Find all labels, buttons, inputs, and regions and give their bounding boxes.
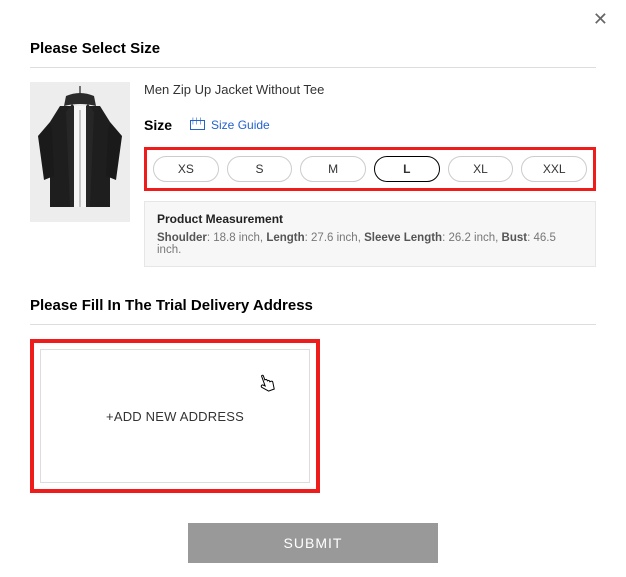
bust-label: Bust [502,232,528,244]
sleeve-value: : 26.2 inch, [442,232,501,244]
address-highlight: +ADD NEW ADDRESS [30,339,320,493]
size-option-s[interactable]: S [227,156,293,182]
shoulder-value: : 18.8 inch, [207,232,266,244]
address-section-title: Please Fill In The Trial Delivery Addres… [30,297,596,314]
size-option-xs[interactable]: XS [153,156,219,182]
jacket-illustration [30,82,130,222]
product-row: Men Zip Up Jacket Without Tee Size Size … [30,82,596,267]
size-options-highlight: XS S M L XL XXL [144,147,596,191]
submit-row: SUBMIT [30,523,596,563]
size-header: Size Size Guide [144,117,596,133]
measurement-title: Product Measurement [157,212,583,226]
size-guide-link[interactable]: Size Guide [190,118,270,132]
select-size-title: Please Select Size [30,40,596,57]
size-option-xxl[interactable]: XXL [521,156,587,182]
shoulder-label: Shoulder [157,232,207,244]
size-option-l[interactable]: L [374,156,440,182]
measurement-text: Shoulder: 18.8 inch, Length: 27.6 inch, … [157,232,583,256]
divider [30,67,596,68]
ruler-icon [190,120,205,130]
size-option-xl[interactable]: XL [448,156,514,182]
sleeve-label: Sleeve Length [364,232,442,244]
size-label: Size [144,117,172,133]
add-address-label: +ADD NEW ADDRESS [106,409,244,424]
product-details: Men Zip Up Jacket Without Tee Size Size … [144,82,596,267]
measurement-box: Product Measurement Shoulder: 18.8 inch,… [144,201,596,267]
product-name: Men Zip Up Jacket Without Tee [144,82,596,97]
add-address-button[interactable]: +ADD NEW ADDRESS [40,349,310,483]
size-guide-text: Size Guide [211,118,270,132]
divider-2 [30,324,596,325]
length-label: Length [266,232,304,244]
length-value: : 27.6 inch, [305,232,364,244]
product-image [30,82,130,222]
size-option-m[interactable]: M [300,156,366,182]
submit-button[interactable]: SUBMIT [188,523,438,563]
close-button[interactable]: ✕ [593,10,608,28]
